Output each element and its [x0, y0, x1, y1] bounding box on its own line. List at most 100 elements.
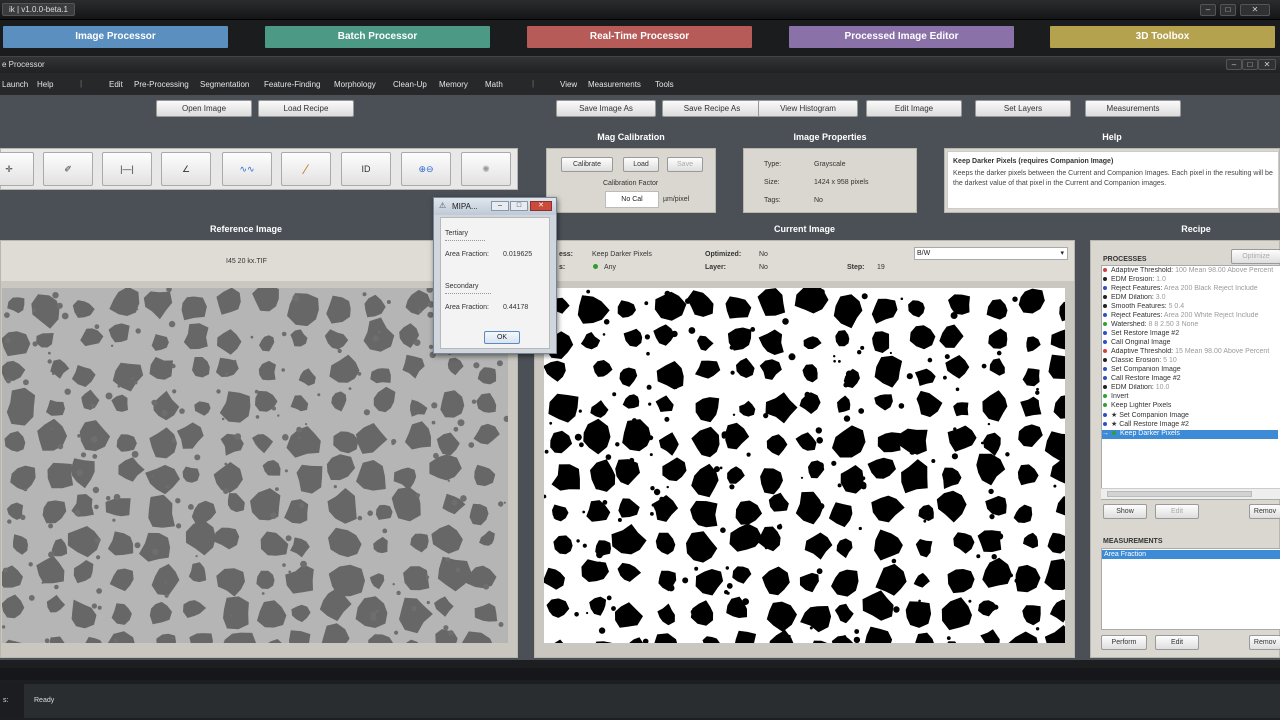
pore-dot — [700, 475, 706, 481]
show-button[interactable]: Show — [1103, 504, 1147, 519]
list-item[interactable]: EDM Dilation: 10.0 — [1102, 384, 1278, 393]
inner-maximize-icon[interactable]: □ — [1242, 59, 1258, 70]
pore-dot — [720, 527, 726, 533]
calibrate-button[interactable]: Calibrate — [561, 157, 613, 172]
list-item[interactable]: Reject Features: Area 200 Black Reject I… — [1102, 285, 1278, 294]
save-calibration-button[interactable]: Save — [667, 157, 703, 172]
type-value: Grayscale — [814, 161, 846, 168]
list-item[interactable]: ★ Set Companion Image — [1102, 411, 1278, 420]
ok-button[interactable]: OK — [484, 331, 520, 344]
remove-measurement-button[interactable]: Remov — [1249, 635, 1280, 650]
menu-measurements[interactable]: Measurements — [588, 80, 641, 89]
pore-dot — [188, 504, 194, 510]
menu-launch[interactable]: Launch — [2, 80, 28, 89]
pore-dot — [471, 399, 477, 404]
list-item[interactable]: Classic Erosion: 5 10 — [1102, 357, 1278, 366]
edit-image-button[interactable]: Edit Image — [866, 100, 962, 117]
pore-dot — [413, 339, 421, 346]
chevron-down-icon: ▾ — [1060, 250, 1064, 257]
inner-close-icon[interactable]: ✕ — [1258, 59, 1276, 70]
pore-dot — [90, 436, 98, 443]
dropper-tool-button[interactable]: ✐ — [43, 152, 93, 186]
save-recipe-as-button[interactable]: Save Recipe As — [662, 100, 762, 117]
list-item[interactable]: EDM Erosion: 1.0 — [1102, 276, 1278, 285]
list-item[interactable]: Call Original Image — [1102, 339, 1278, 348]
list-item[interactable]: Reject Features: Area 200 White Reject I… — [1102, 312, 1278, 321]
pore-dot — [386, 300, 391, 304]
measure-line-tool-button[interactable]: |—| — [102, 152, 152, 186]
menu-memory[interactable]: Memory — [439, 80, 468, 89]
pore-dot — [950, 312, 958, 319]
launch-processed-image-editor-button[interactable]: Processed Image Editor — [789, 26, 1014, 48]
calibration-factor-field[interactable]: No Cal — [605, 191, 659, 208]
measurement-item[interactable]: Area Fraction — [1102, 550, 1280, 559]
pore-dot — [298, 436, 301, 440]
move-tool-button[interactable]: ✛ — [0, 152, 34, 186]
optimize-button[interactable]: Optimize — [1231, 249, 1280, 264]
list-item[interactable]: Adaptive Threshold: 15 Mean 98.00 Above … — [1102, 348, 1278, 357]
remove-process-button[interactable]: Remov — [1249, 504, 1280, 519]
launch-image-processor-button[interactable]: Image Processor — [3, 26, 228, 48]
launch-batch-processor-button[interactable]: Batch Processor — [265, 26, 490, 48]
pore-dot — [498, 622, 504, 627]
list-item[interactable]: Invert — [1102, 393, 1278, 402]
menu-morphology[interactable]: Morphology — [334, 80, 376, 89]
dialog-close-icon[interactable]: ✕ — [530, 201, 552, 211]
menu-view[interactable]: View — [560, 80, 577, 89]
ruler-tool-button[interactable]: ∕ — [281, 152, 331, 186]
edit-process-button[interactable]: Edit — [1155, 504, 1199, 519]
list-item[interactable]: EDM Dilation: 3.0 — [1102, 294, 1278, 303]
list-item[interactable]: Watershed: 8 8 2.50 3 None — [1102, 321, 1278, 330]
help-panel: Keep Darker Pixels (requires Companion I… — [944, 148, 1280, 213]
id-tool-button[interactable]: ID — [341, 152, 391, 186]
current-image[interactable] — [544, 288, 1065, 643]
launch-3d-toolbox-button[interactable]: 3D Toolbox — [1050, 26, 1275, 48]
menu-pre-processing[interactable]: Pre-Processing — [134, 80, 189, 89]
maximize-icon[interactable]: □ — [1220, 4, 1236, 16]
profile-tool-button[interactable]: ∿∿ — [222, 152, 272, 186]
pore-dot — [113, 638, 118, 642]
s-value: Any — [604, 264, 617, 271]
display-mode-select[interactable]: B/W ▾ — [914, 247, 1068, 260]
minimize-icon[interactable]: – — [1200, 4, 1216, 16]
pore-dot — [171, 363, 176, 369]
list-item[interactable]: Adaptive Threshold: 100 Mean 98.00 Above… — [1102, 267, 1278, 276]
launch-real-time-processor-button[interactable]: Real-Time Processor — [527, 26, 752, 48]
list-item[interactable]: ★ Call Restore Image #2 — [1102, 420, 1278, 429]
load-recipe-button[interactable]: Load Recipe — [258, 100, 354, 117]
inner-minimize-icon[interactable]: – — [1226, 59, 1242, 70]
id-icon: ID — [361, 164, 371, 174]
spinner-tool-button[interactable]: ✺ — [461, 152, 511, 186]
zoom-tool-button[interactable]: ⊕⊖ — [401, 152, 451, 186]
list-item[interactable]: Keep Lighter Pixels — [1102, 402, 1278, 411]
list-item[interactable]: Set Companion Image — [1102, 366, 1278, 375]
load-calibration-button[interactable]: Load — [623, 157, 659, 172]
pore-blob — [2, 331, 31, 357]
list-item[interactable]: Set Restore Image #2 — [1102, 330, 1278, 339]
save-image-as-button[interactable]: Save Image As — [556, 100, 656, 117]
pore-dot — [898, 403, 905, 409]
close-icon[interactable]: ✕ — [1240, 4, 1270, 16]
list-item[interactable]: Smooth Features: 5 0.4 — [1102, 303, 1278, 312]
list-item[interactable]: Call Restore Image #2 — [1102, 375, 1278, 384]
edit-measurement-button[interactable]: Edit — [1155, 635, 1199, 650]
perform-button[interactable]: Perform — [1101, 635, 1147, 650]
menu-clean-up[interactable]: Clean-Up — [393, 80, 427, 89]
menu-tools[interactable]: Tools — [655, 80, 674, 89]
set-layers-button[interactable]: Set Layers — [975, 100, 1071, 117]
list-item-selected[interactable]: → Keep Darker Pixels — [1102, 430, 1278, 439]
menu-math[interactable]: Math — [485, 80, 503, 89]
view-histogram-button[interactable]: View Histogram — [758, 100, 858, 117]
angle-tool-button[interactable]: ∠ — [161, 152, 211, 186]
open-image-button[interactable]: Open Image — [156, 100, 252, 117]
tertiary-area-fraction-label: Area Fraction: — [445, 251, 489, 258]
menu-segmentation[interactable]: Segmentation — [200, 80, 249, 89]
pore-dot — [23, 487, 28, 492]
menu-help[interactable]: Help — [37, 80, 53, 89]
dialog-minimize-icon[interactable]: – — [491, 201, 509, 211]
menu-feature-finding[interactable]: Feature-Finding — [264, 80, 320, 89]
menu-edit[interactable]: Edit — [109, 80, 123, 89]
processes-scrollbar[interactable] — [1101, 488, 1280, 499]
measurements-button[interactable]: Measurements — [1085, 100, 1181, 117]
dialog-maximize-icon[interactable]: □ — [510, 201, 528, 211]
